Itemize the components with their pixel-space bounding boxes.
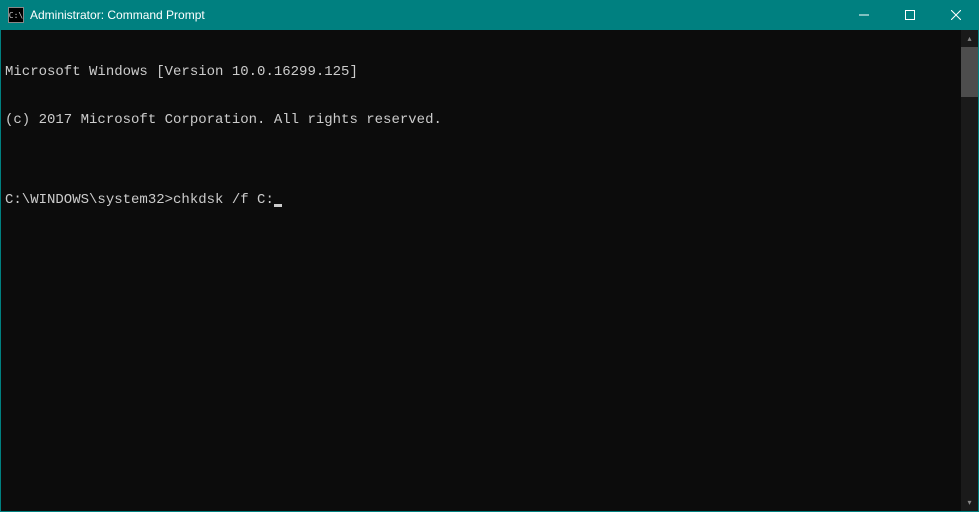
- minimize-icon: [859, 10, 869, 20]
- scroll-thumb[interactable]: [961, 47, 978, 97]
- prompt-text: C:\WINDOWS\system32>: [5, 192, 173, 208]
- console-output[interactable]: Microsoft Windows [Version 10.0.16299.12…: [1, 30, 961, 511]
- console-line: (c) 2017 Microsoft Corporation. All righ…: [5, 112, 957, 128]
- titlebar: C:\ Administrator: Command Prompt: [0, 0, 979, 30]
- console-line: Microsoft Windows [Version 10.0.16299.12…: [5, 64, 957, 80]
- close-icon: [951, 10, 961, 20]
- minimize-button[interactable]: [841, 0, 887, 30]
- client-area: Microsoft Windows [Version 10.0.16299.12…: [1, 30, 978, 511]
- maximize-button[interactable]: [887, 0, 933, 30]
- scroll-down-button[interactable]: ▾: [961, 494, 978, 511]
- close-button[interactable]: [933, 0, 979, 30]
- vertical-scrollbar[interactable]: ▴ ▾: [961, 30, 978, 511]
- prompt-line: C:\WINDOWS\system32>chkdsk /f C:: [5, 192, 957, 208]
- command-text: chkdsk /f C:: [173, 192, 274, 208]
- maximize-icon: [905, 10, 915, 20]
- scroll-up-button[interactable]: ▴: [961, 30, 978, 47]
- cursor: [274, 204, 282, 207]
- scroll-track[interactable]: [961, 47, 978, 494]
- cmd-icon: C:\: [8, 7, 24, 23]
- window-controls: [841, 0, 979, 30]
- window-title: Administrator: Command Prompt: [30, 8, 841, 22]
